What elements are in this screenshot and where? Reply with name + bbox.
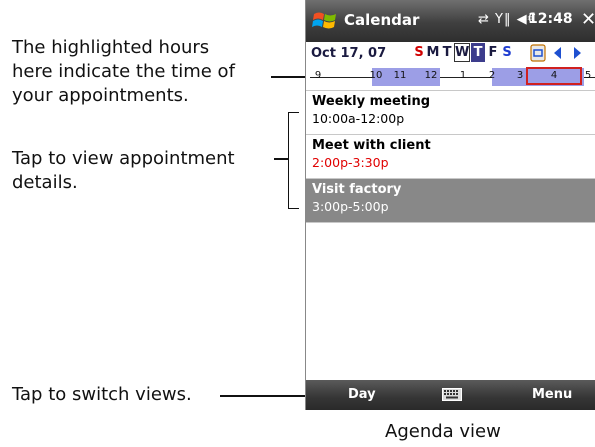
callout-line-2: here indicate the time of [12,61,235,82]
windows-start-icon[interactable] [312,10,338,32]
hour-timeline[interactable]: 9 10 11 12 1 2 3 4 5 [306,66,595,91]
appointment-meet-with-client[interactable]: Meet with client 2:00p-3:30p [306,135,595,179]
appointment-weekly-meeting[interactable]: Weekly meeting 10:00a-12:00p [306,91,595,135]
softkey-day-button[interactable]: Day [348,387,376,402]
appointment-time-conflict: 2:00p-3:30p [312,155,389,170]
figure-caption: Agenda view [385,421,501,442]
softkey-bar: Day Menu [306,380,595,410]
callout-line-3: your appointments. [12,85,189,106]
timeline-hour: 3 [516,70,524,81]
weekday-tue[interactable]: T [440,45,454,60]
bracket-appointments [288,112,299,209]
timeline-hour: 4 [550,70,558,81]
timeline-hour: 12 [424,70,438,81]
appointment-subject: Weekly meeting [312,94,431,109]
current-date[interactable]: Oct 17, 07 [311,46,386,61]
timeline-hour: 9 [314,70,322,81]
softkey-menu-button[interactable]: Menu [532,387,572,402]
weekday-mon[interactable]: M [426,45,440,60]
weekday-fri[interactable]: F [486,45,500,60]
callout-line-1: Tap to view appointment [12,148,235,169]
app-title: Calendar [344,11,420,29]
weekday-wed[interactable]: W [454,43,470,62]
callout-line-1: The highlighted hours [12,37,210,58]
keyboard-icon[interactable] [442,388,462,401]
weekday-sat[interactable]: S [500,45,514,60]
callout-switch-views: Tap to switch views. [12,384,192,405]
title-bar: Calendar ⇄ Y‖ ◀€ 12:48 ✕ [306,0,595,42]
leader-line-details [274,158,288,160]
appointment-visit-factory-selected[interactable]: Visit factory 3:00p-5:00p [306,179,595,223]
callout-line-2: details. [12,172,78,193]
device-screen: Calendar ⇄ Y‖ ◀€ 12:48 ✕ Oct 17, 07 S M … [305,0,595,410]
clock[interactable]: 12:48 [528,11,573,27]
appointment-time: 10:00a-12:00p [312,111,405,126]
timeline-hour: 5 [584,70,592,81]
timeline-hour: 1 [459,70,467,81]
appointment-time: 3:00p-5:00p [312,199,389,214]
next-day-icon[interactable] [574,47,581,59]
previous-day-icon[interactable] [554,47,561,59]
weekday-sun[interactable]: S [412,45,426,60]
timeline-hour: 10 [369,70,383,81]
close-icon[interactable]: ✕ [581,9,595,30]
appointment-subject: Visit factory [312,182,402,197]
date-bar: Oct 17, 07 S M T W T F S [306,42,595,66]
timeline-hour: 11 [393,70,407,81]
weekday-thu-selected[interactable]: T [471,43,485,62]
appointment-subject: Meet with client [312,138,431,153]
callout-highlighted-hours: The highlighted hours here indicate the … [12,36,235,108]
sync-icon[interactable] [530,44,546,62]
timeline-hour: 2 [488,70,496,81]
callout-appointment-details: Tap to view appointment details. [12,147,235,195]
